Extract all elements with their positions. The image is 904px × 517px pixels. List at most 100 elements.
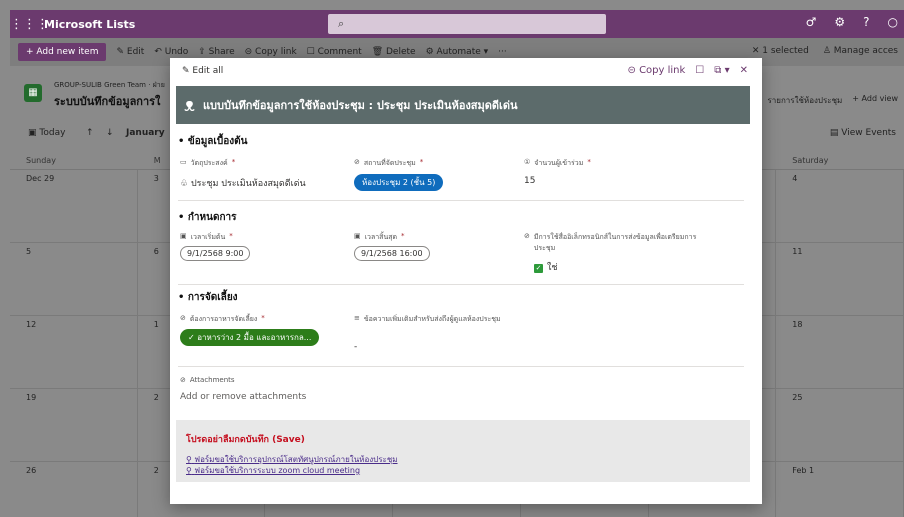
text-field-icon: ▭ <box>180 158 187 166</box>
day-cell[interactable]: 19 <box>10 389 138 462</box>
people-icon: ᴥ <box>184 94 195 116</box>
day-cell[interactable]: Feb 1 <box>776 462 904 517</box>
settings-icon[interactable]: ⚙ <box>834 15 845 29</box>
attendees-label: ① จำนวนผู้เข้าร่วม * <box>524 158 591 167</box>
comment-icon[interactable]: ☐ <box>695 65 704 76</box>
section-schedule: • กำหนดการ <box>178 212 237 223</box>
paperclip-icon: ⊘ <box>180 376 186 384</box>
comment-button[interactable]: ☐ Comment <box>307 47 362 57</box>
divider <box>178 284 744 285</box>
edit-button[interactable]: ✎ Edit <box>116 47 144 57</box>
copy-link-button[interactable]: ⊝ Copy link <box>245 47 297 57</box>
undo-label: Undo <box>164 47 189 57</box>
check-circle-icon: ✓ <box>188 333 195 342</box>
av-form-link-text: ฟอร์มขอใช้บริการอุปกรณ์โสตทัศนูปกรณ์ภายใ… <box>194 455 398 464</box>
delete-button[interactable]: 🗑 Delete <box>372 47 416 57</box>
day-cell[interactable]: 25 <box>776 389 904 462</box>
app-name[interactable]: Microsoft Lists <box>44 18 135 31</box>
notes-label: ≡ ข้อความเพิ่มเติมสำหรับส่งถึงผู้ดูแลห้อ… <box>354 314 504 325</box>
next-arrow-icon[interactable]: ↓ <box>106 128 114 138</box>
list-icon: ▦ <box>24 84 42 102</box>
catering-value: อาหารว่าง 2 มื้อ และอาหารกล... <box>197 333 312 342</box>
automate-button[interactable]: ⚙ Automate ▾ <box>426 47 489 57</box>
app-launcher-icon[interactable]: ⋮⋮⋮ <box>10 17 49 32</box>
attachments-field[interactable]: Add or remove attachments <box>180 392 306 402</box>
edit-all-button[interactable]: ✎ Edit all <box>182 66 223 76</box>
catering-label: ⊘ ต้องการอาหารจัดเลี้ยง * <box>180 314 265 323</box>
place-choice-pill[interactable]: ห้องประชุม 2 (ชั้น 5) <box>354 174 444 191</box>
view-events-button[interactable]: ▤ View Events <box>830 128 896 138</box>
day-cell[interactable]: 26 <box>10 462 138 517</box>
manage-label: Manage acces <box>833 46 898 56</box>
calendar-icon: ▣ <box>180 232 187 240</box>
start-date-field[interactable]: 9/1/2568 9:00 <box>180 246 251 261</box>
purpose-label-text: วัตถุประสงค์ <box>190 159 228 167</box>
share-button[interactable]: ⇪ Share <box>198 47 234 57</box>
suite-header: ⋮⋮⋮ Microsoft Lists ⌕ ♂ ⚙ ? ○ <box>10 10 904 38</box>
day-cell[interactable]: 11 <box>776 243 904 316</box>
elec-value: ใช่ <box>547 263 558 273</box>
today-button[interactable]: ▣ Today <box>28 128 65 138</box>
save-warning: โปรดอย่าลืมกดบันทึก (Save) <box>186 435 305 445</box>
attachments-label-text: Attachments <box>189 376 235 384</box>
section-catering: • การจัดเลี้ยง <box>178 292 238 303</box>
purpose-field[interactable]: ♧ ประชุม ประเมินห้องสมุดดีเด่น <box>180 176 306 190</box>
end-date-field[interactable]: 9/1/2568 16:00 <box>354 246 430 261</box>
day-cell[interactable]: 4 <box>776 170 904 243</box>
share-profile-icon[interactable]: ♂ <box>806 15 817 29</box>
number-icon: ① <box>524 158 531 166</box>
open-in-icon[interactable]: ⧉ ▾ <box>714 65 729 76</box>
elec-field[interactable]: ✓ ใช่ <box>534 260 558 274</box>
copy-link-button[interactable]: ⊝ Copy link <box>628 65 686 76</box>
group-breadcrumb[interactable]: GROUP-SULIB Green Team · ฝ่าย <box>54 80 165 91</box>
item-dialog: ✎ Edit all ⊝ Copy link ☐ ⧉ ▾ ✕ ᴥ แบบบันท… <box>170 58 762 504</box>
manage-access-button[interactable]: ♙ Manage acces <box>823 46 898 56</box>
notes-label-text: ข้อความเพิ่มเติมสำหรับส่งถึงผู้ดูแลห้องป… <box>363 315 501 323</box>
add-view-button[interactable]: + Add view <box>852 94 898 107</box>
comment-label: Comment <box>317 47 362 57</box>
month-label: January <box>126 128 165 138</box>
view-link[interactable]: รายการใช้ห้องประชุม <box>767 94 842 107</box>
zoom-form-link[interactable]: ⚲ ฟอร์มขอใช้บริการระบบ zoom cloud meetin… <box>186 464 360 477</box>
list-title: ระบบบันทึกข้อมูลการใ <box>54 95 161 108</box>
notes-field[interactable]: - <box>354 342 357 352</box>
attendees-field[interactable]: 15 <box>524 176 535 186</box>
attachments-label: ⊘ Attachments <box>180 376 235 384</box>
add-new-item-button[interactable]: + Add new item <box>18 43 107 61</box>
people-icon: ♧ <box>180 179 189 189</box>
form-banner: ᴥ แบบบันทึกข้อมูลการใช้ห้องประชุม : ประช… <box>176 86 750 124</box>
day-cell[interactable]: 5 <box>10 243 138 316</box>
end-label-text: เวลาสิ้นสุด <box>364 233 398 241</box>
dialog-header: ✎ Edit all ⊝ Copy link ☐ ⧉ ▾ ✕ <box>170 58 762 84</box>
divider <box>178 366 744 367</box>
checkbox-checked-icon: ✓ <box>534 264 543 273</box>
undo-button[interactable]: ↶ Undo <box>154 47 188 57</box>
purpose-label: ▭ วัตถุประสงค์ * <box>180 158 236 167</box>
close-icon[interactable]: ✕ <box>740 65 748 76</box>
help-icon[interactable]: ? <box>863 15 869 29</box>
day-cell[interactable]: 18 <box>776 316 904 389</box>
zoom-form-link-text: ฟอร์มขอใช้บริการระบบ zoom cloud meeting <box>194 466 361 475</box>
day-cell[interactable]: 12 <box>10 316 138 389</box>
link-icon: ⚲ <box>186 466 192 475</box>
selected-label: 1 selected <box>762 46 809 56</box>
form-title: แบบบันทึกข้อมูลการใช้ห้องประชุม : ประชุม… <box>202 99 518 112</box>
day-cell[interactable]: Dec 29 <box>10 170 138 243</box>
copy-link-label: Copy link <box>639 65 686 76</box>
share-label: Share <box>208 47 235 57</box>
save-reminder-box: โปรดอย่าลืมกดบันทึก (Save) ⚲ ฟอร์มขอใช้บ… <box>176 420 750 482</box>
choice-icon: ⊘ <box>354 158 360 166</box>
attendees-label-text: จำนวนผู้เข้าร่วม <box>534 159 584 167</box>
search-icon: ⌕ <box>338 17 345 30</box>
catering-choice-pill[interactable]: ✓ อาหารว่าง 2 มื้อ และอาหารกล... <box>180 329 320 346</box>
avatar[interactable]: ○ <box>888 15 898 29</box>
edit-label: Edit <box>126 47 145 57</box>
automate-label: Automate <box>436 47 481 57</box>
weekday-label: Saturday <box>776 152 904 170</box>
today-label: Today <box>39 128 66 138</box>
prev-arrow-icon[interactable]: ↑ <box>86 128 94 138</box>
search-box[interactable]: ⌕ <box>328 14 606 34</box>
end-label: ▣ เวลาสิ้นสุด * <box>354 232 405 241</box>
more-button[interactable]: ··· <box>498 47 507 57</box>
selected-count[interactable]: ✕ 1 selected <box>752 46 809 56</box>
